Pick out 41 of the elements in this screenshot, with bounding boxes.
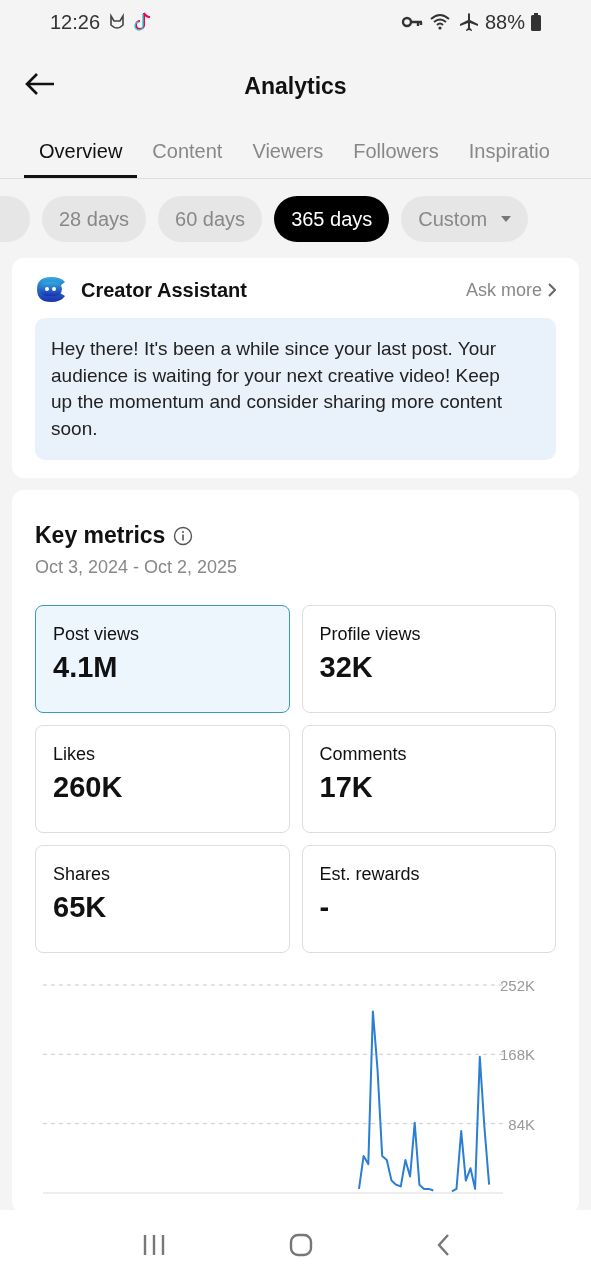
info-icon[interactable] <box>173 525 194 546</box>
metric-label: Profile views <box>319 624 422 645</box>
metric-tile[interactable]: Shares 65K <box>35 845 290 953</box>
metric-value: 65K <box>53 891 108 924</box>
metric-value: - <box>319 891 331 924</box>
metric-value: 32K <box>319 651 374 684</box>
page-title: Analytics <box>244 72 347 100</box>
clock: 12:26 <box>50 10 101 34</box>
key-icon <box>400 14 423 30</box>
metric-tile[interactable]: Profile views 32K <box>301 605 556 713</box>
metric-label: Est. rewards <box>319 864 421 885</box>
filter-chip[interactable]: 365 days <box>274 196 390 242</box>
battery-level: 88% <box>484 10 525 34</box>
recent-apps-icon[interactable] <box>141 1234 166 1256</box>
metric-label: Likes <box>53 744 97 765</box>
axis-label: 252K <box>499 977 535 994</box>
home-icon[interactable] <box>288 1233 313 1257</box>
assistant-title: Creator Assistant <box>81 278 247 302</box>
metric-tile[interactable]: Post views 4.1M <box>35 605 290 713</box>
metric-label: Shares <box>53 864 112 885</box>
caret-icon <box>501 216 512 222</box>
airplane-icon <box>458 12 479 32</box>
section-title: Key metrics <box>35 522 166 549</box>
date-range: Oct 3, 2024 - Oct 2, 2025 <box>35 557 239 578</box>
cat-icon <box>108 12 127 32</box>
metric-tile[interactable]: Likes 260K <box>35 725 290 833</box>
metric-tile[interactable]: Comments 17K <box>301 725 556 833</box>
back-icon[interactable] <box>435 1233 450 1257</box>
metric-value: 17K <box>319 771 374 804</box>
metric-value: 4.1M <box>53 651 119 684</box>
axis-label: 84K <box>508 1115 535 1133</box>
metric-tile[interactable]: Est. rewards - <box>301 845 556 953</box>
metric-label: Comments <box>319 744 408 765</box>
metric-label: Post views <box>53 624 141 645</box>
chevron-icon <box>548 283 556 297</box>
assistant-message: Hey there! It's been a while since your last post. Your audience is waiting for your next creative video! Keep up the momentum and consider sharing more content soon. <box>35 318 556 460</box>
axis-label: 168K <box>499 1046 535 1064</box>
battery-icon <box>531 13 541 31</box>
tab[interactable]: Overview <box>24 132 138 178</box>
metric-value: 260K <box>53 771 124 804</box>
ask-more-link[interactable]: Ask more <box>465 279 556 301</box>
